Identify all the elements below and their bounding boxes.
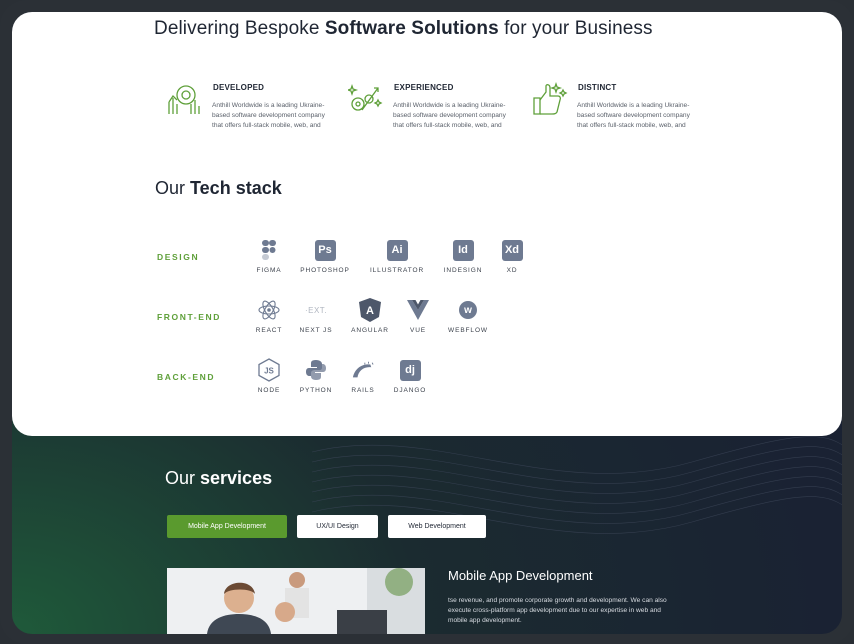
angular-icon: A <box>359 298 381 322</box>
react-icon <box>258 299 280 321</box>
feature-title: DEVELOPED <box>213 83 265 92</box>
tab-ux-ui-design[interactable]: UX/UI Design <box>297 515 378 538</box>
photoshop-icon: Ps <box>314 239 336 261</box>
vue-icon <box>407 299 429 321</box>
tech-label: PHOTOSHOP <box>300 267 350 274</box>
tech-photoshop: Ps PHOTOSHOP <box>290 239 360 274</box>
tech-label: ILLUSTRATOR <box>369 267 425 274</box>
tech-title-bold: Tech stack <box>190 178 282 198</box>
tech-label: DJANGO <box>393 387 427 394</box>
tech-title-pre: Our <box>155 178 191 198</box>
selected-service-title: Mobile App Development <box>448 568 593 583</box>
indesign-icon: Id <box>452 239 474 261</box>
tab-web-development[interactable]: Web Development <box>388 515 486 538</box>
services-title-pre: Our <box>165 468 201 488</box>
development-icon <box>168 85 200 114</box>
tech-django: dj DJANGO <box>375 359 445 394</box>
xd-icon: Xd <box>501 239 523 261</box>
svg-text:JS: JS <box>264 367 274 376</box>
services-title: Our services <box>165 468 272 489</box>
headline-post: for your Business <box>498 18 653 39</box>
selected-service-description: tse revenue, and promote corporate growt… <box>448 597 667 624</box>
tech-xd: Xd XD <box>477 239 547 274</box>
row-label-frontend: FRONT-END <box>157 312 221 322</box>
django-icon: dj <box>399 359 421 381</box>
service-photo <box>167 568 425 634</box>
node-icon: JS <box>258 358 280 382</box>
experience-gears-icon <box>348 83 383 111</box>
page-headline: Delivering Bespoke Software Solutions fo… <box>154 18 653 40</box>
headline-pre: Delivering Bespoke <box>154 18 325 39</box>
rails-icon <box>352 359 374 381</box>
svg-text:A: A <box>366 305 374 317</box>
tech-label: XD <box>506 267 518 274</box>
browser-frame: Delivering Bespoke Software Solutions fo… <box>0 0 854 644</box>
decorative-wave-lines <box>312 436 842 534</box>
row-label-backend: BACK-END <box>157 372 216 382</box>
thumbs-up-icon <box>533 81 568 115</box>
headline-bold: Software Solutions <box>324 18 499 39</box>
figma-icon <box>258 239 280 261</box>
feature-description: Anthill Worldwide is a leading Ukraine-b… <box>393 102 506 129</box>
row-label-design: DESIGN <box>157 252 200 262</box>
tech-illustrator: Ai ILLUSTRATOR <box>362 239 432 274</box>
services-title-bold: services <box>200 468 273 488</box>
feature-title: EXPERIENCED <box>394 83 454 92</box>
tab-mobile-app-development[interactable]: Mobile App Development <box>167 515 287 538</box>
nextjs-icon: ·EXT. <box>304 305 328 315</box>
feature-description: Anthill Worldwide is a leading Ukraine-b… <box>577 102 690 129</box>
tech-label: WEBFLOW <box>448 327 488 334</box>
feature-description: Anthill Worldwide is a leading Ukraine-b… <box>212 102 325 129</box>
tech-stack-title: Our Tech stack <box>155 178 282 199</box>
feature-title: DISTINCT <box>578 83 617 92</box>
python-icon <box>305 359 327 381</box>
illustrator-icon: Ai <box>386 239 408 261</box>
webflow-icon: w <box>459 301 477 319</box>
tech-webflow: w WEBFLOW <box>433 299 503 334</box>
